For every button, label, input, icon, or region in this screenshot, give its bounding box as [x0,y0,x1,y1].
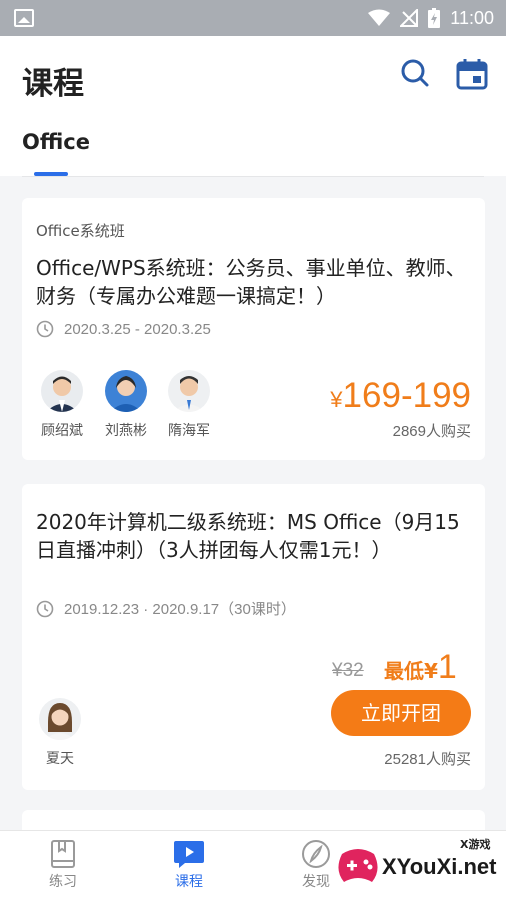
status-bar: 11:00 [0,0,506,36]
image-notification-icon [14,9,34,27]
teacher-name: 刘燕彬 [105,423,147,439]
min-price-label: 最低 [384,659,424,683]
tab-practice[interactable]: 练习 [28,839,98,891]
page-title: 课程 [22,66,84,102]
course-title: Office/WPS系统班：公务员、事业单位、教师、财务（专属办公难题一课搞定！… [36,256,466,308]
course-series: Office系统班 [36,222,125,240]
teacher-name: 夏天 [46,751,74,767]
price-range: ¥169-199 [330,376,471,416]
teacher[interactable]: 夏天 [30,698,90,768]
compass-icon [302,840,330,868]
gamepad-logo-icon [338,849,378,882]
course-date-row: 2020.3.25 - 2020.3.25 [36,320,211,338]
course-card[interactable]: 2020年计算机二级系统班：MS Office（9月15日直播冲刺）（3人拼团每… [22,484,485,790]
watermark-brand: XYouXi.net [382,854,497,879]
book-icon [51,840,75,868]
wifi-icon [368,9,391,26]
teacher-avatar [105,370,147,412]
battery-charging-icon [428,8,441,28]
clock-time: 11:00 [450,7,494,28]
start-group-button[interactable]: 立即开团 [331,690,471,736]
course-date: 2020.3.25 - 2020.3.25 [64,320,211,338]
teacher-name: 隋海军 [168,423,210,439]
calendar-icon[interactable] [456,58,488,90]
min-price-value: 1 [437,648,457,686]
teacher-avatar [41,370,83,412]
teacher[interactable]: 顾绍斌 [32,370,92,440]
min-price: 最低¥1 [384,648,457,687]
course-title: 2020年计算机二级系统班：MS Office（9月15日直播冲刺）（3人拼团每… [36,510,460,562]
tab-label: 课程 [175,874,203,890]
clock-icon [36,600,54,617]
price-value: 169-199 [342,376,471,415]
buyer-count: 25281人购买 [384,751,471,768]
watermark-small-text: X游戏 [460,838,491,851]
no-signal-icon [400,9,419,27]
teacher-avatar [39,698,81,740]
tab-label: 练习 [49,874,77,890]
currency-symbol: ¥ [330,387,343,412]
teacher[interactable]: 刘燕彬 [96,370,156,440]
teacher[interactable]: 隋海军 [159,370,219,440]
course-card[interactable]: Office系统班 Office/WPS系统班：公务员、事业单位、教师、财务（专… [22,198,485,460]
divider [22,176,484,177]
tab-office[interactable]: Office [22,130,90,154]
course-date: 2019.12.23 · 2020.9.17（30课时） [64,601,296,618]
buyer-count: 2869人购买 [392,423,471,440]
watermark: X游戏 XYouXi.net [332,834,502,894]
page-header: 课程 Office [0,36,506,177]
original-price: ¥32 [332,660,364,681]
teacher-avatar [168,370,210,412]
play-video-icon [174,841,204,868]
search-icon[interactable] [400,58,430,88]
currency-symbol: ¥ [424,659,438,683]
clock-icon [36,320,54,338]
tab-courses[interactable]: 课程 [154,839,224,891]
course-date-row: 2019.12.23 · 2020.9.17（30课时） [36,598,296,619]
teacher-name: 顾绍斌 [41,423,83,439]
